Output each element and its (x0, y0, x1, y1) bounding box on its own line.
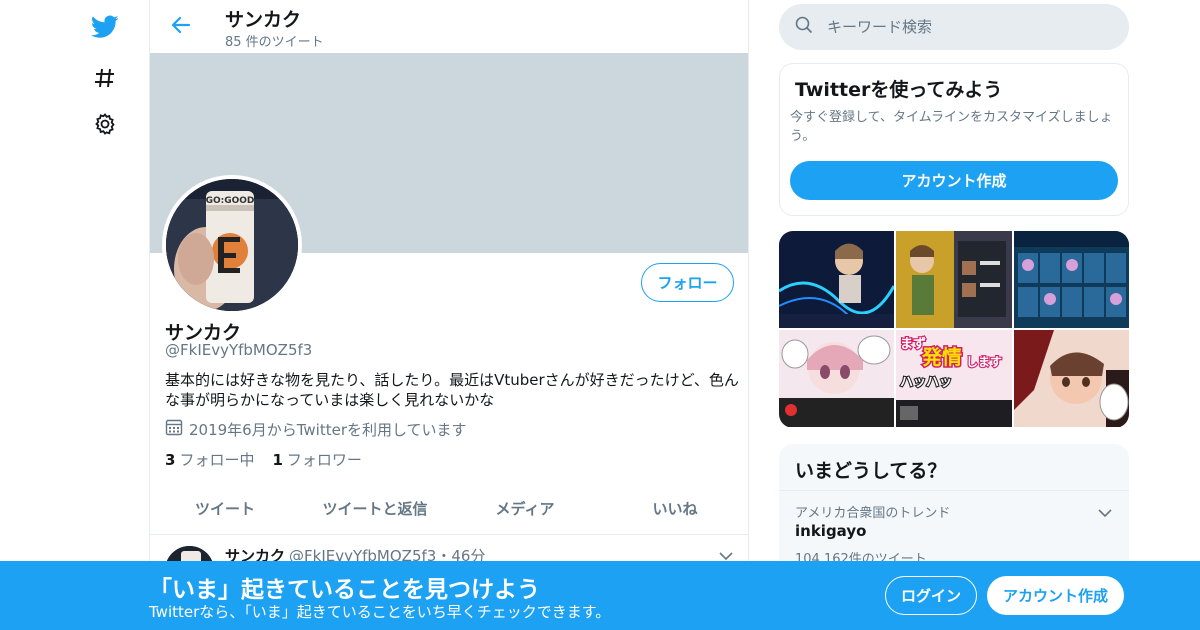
login-button[interactable]: ログイン (885, 576, 977, 615)
user-handle: @FkIEvyYfbMOZ5f3 (165, 341, 313, 359)
following-link[interactable]: 3 フォロー中 (165, 449, 254, 470)
svg-text:GO:GOOD: GO:GOOD (206, 196, 255, 206)
header-title: サンカク (225, 9, 302, 31)
signup-description: 今すぐ登録して、タイムラインをカスタマイズしましょう。 (790, 110, 1113, 144)
hashtag-icon[interactable] (88, 61, 122, 95)
chevron-down-icon[interactable] (1095, 503, 1115, 523)
trends-title: いまどうしてる？ (795, 460, 947, 482)
trend-name: inkigayo (795, 522, 867, 540)
signup-button[interactable]: アカウント作成 (987, 576, 1124, 615)
signup-title: Twitterを使ってみよう (795, 79, 1003, 101)
media-thumbnail[interactable] (896, 231, 1012, 328)
trend-location: アメリカ合衆国のトレンド (795, 506, 951, 521)
followers-label: フォロワー (286, 451, 362, 469)
follow-button[interactable]: フォロー (641, 263, 734, 302)
follow-stats: 3 フォロー中 1 フォロワー (165, 449, 362, 470)
gear-icon[interactable] (88, 107, 122, 141)
followers-link[interactable]: 1 フォロワー (272, 449, 361, 470)
tab-tweets[interactable]: ツイート (150, 483, 300, 534)
bottom-signup-bar: 「いま」起きていることを見つけよう Twitterなら、「いま」起きていることを… (0, 561, 1200, 630)
following-count: 3 (165, 451, 176, 469)
join-date-text: 2019年6月からTwitterを利用しています (189, 420, 467, 439)
page: サンカク 85 件のツイート GO:GOOD フォロー サンカク @FkIEvy… (0, 0, 1200, 630)
followers-count: 1 (272, 451, 283, 469)
profile-column: サンカク 85 件のツイート GO:GOOD フォロー サンカク @FkIEvy… (149, 0, 749, 630)
bottom-bar-title: 「いま」起きていることを見つけよう (149, 577, 540, 603)
media-thumbnail[interactable]: まず 発情 します ハッハッ (896, 330, 1012, 427)
profile-bio: 基本的には好きな物を見たり、話したり。最近はVtuberさんが好きだったけど、色… (165, 371, 739, 409)
trend-item[interactable]: アメリカ合衆国のトレンド inkigayo 104,162件のツイート (779, 490, 1129, 570)
search-input[interactable] (827, 18, 1107, 36)
tab-media[interactable]: メディア (450, 483, 600, 534)
twitter-logo-icon[interactable] (88, 10, 122, 44)
media-grid: まず 発情 します ハッハッ (779, 231, 1129, 428)
profile-header: サンカク 85 件のツイート (150, 0, 748, 53)
calendar-icon (165, 418, 183, 440)
media-thumbnail[interactable] (1014, 330, 1129, 427)
create-account-button[interactable]: アカウント作成 (790, 161, 1118, 200)
avatar[interactable]: GO:GOOD (162, 175, 302, 315)
media-thumbnail[interactable] (779, 330, 894, 427)
search-bar[interactable] (779, 4, 1129, 50)
thumb-text: します (966, 355, 1002, 369)
join-date: 2019年6月からTwitterを利用しています (165, 418, 467, 440)
back-arrow-icon[interactable] (166, 10, 196, 40)
left-nav (80, 0, 130, 630)
thumb-text: ハッハッ (900, 375, 952, 390)
bottom-bar-subtitle: Twitterなら、「いま」起きていることをいち早くチェックできます。 (149, 603, 611, 621)
following-label: フォロー中 (179, 451, 255, 469)
thumb-text: 発情 (921, 345, 962, 369)
profile-tabs: ツイート ツイートと返信 メディア いいね (150, 483, 748, 535)
media-thumbnail[interactable] (779, 231, 894, 328)
search-icon (795, 16, 813, 38)
signup-card: Twitterを使ってみよう 今すぐ登録して、タイムラインをカスタマイズしましょ… (779, 63, 1129, 216)
tab-likes[interactable]: いいね (600, 483, 748, 534)
media-thumbnail[interactable] (1014, 231, 1129, 328)
tweet-count: 85 件のツイート (225, 35, 324, 50)
tab-tweets-replies[interactable]: ツイートと返信 (300, 483, 450, 534)
